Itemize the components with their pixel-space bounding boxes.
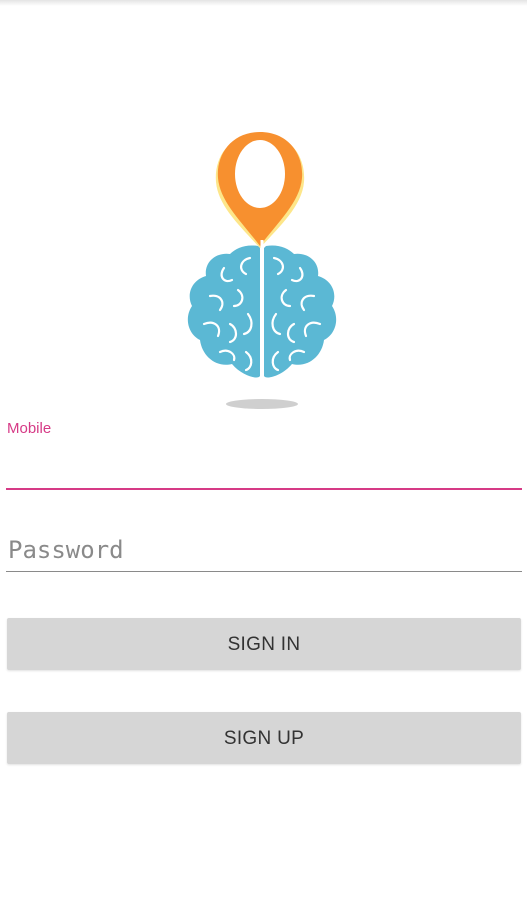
sign-up-button[interactable]: SIGN UP [7,712,521,764]
password-input[interactable] [6,530,521,570]
mobile-label: Mobile [7,420,52,437]
status-bar-shadow [0,0,527,6]
app-logo [180,128,346,418]
mobile-input[interactable] [6,444,521,484]
password-input-underline [6,571,522,572]
sign-in-button[interactable]: SIGN IN [7,618,521,670]
mobile-input-underline [6,488,522,490]
brain-location-pin-icon [187,132,337,409]
